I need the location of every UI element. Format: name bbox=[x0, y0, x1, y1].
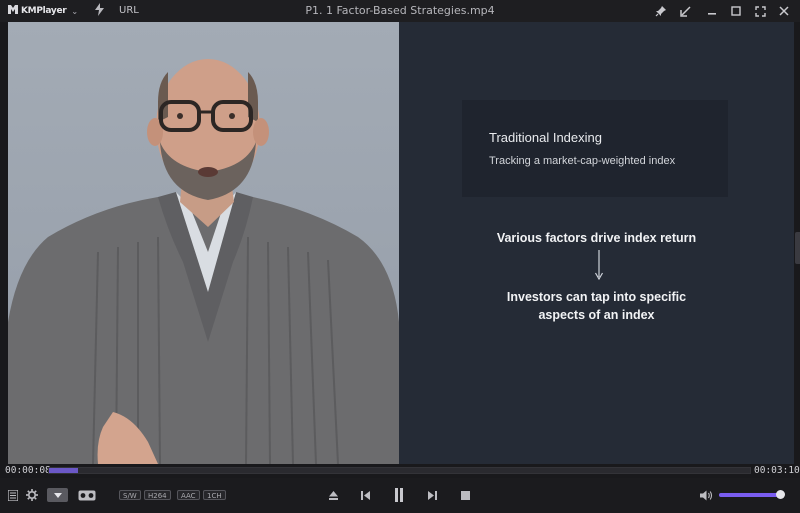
slide-statement-2-line2: aspects of an index bbox=[538, 308, 655, 322]
elapsed-time: 00:00:08 bbox=[5, 465, 51, 476]
card-subtitle: Tracking a market-cap-weighted index bbox=[489, 155, 676, 167]
playlist-icon[interactable] bbox=[6, 488, 20, 502]
seek-row: 00:00:08 00:03:10 bbox=[0, 464, 800, 478]
minimize-icon[interactable] bbox=[704, 3, 720, 19]
codec-badge-sw[interactable]: S/W bbox=[119, 490, 141, 500]
slide-statement-1: Various factors drive index return bbox=[496, 231, 697, 245]
chevron-down-icon: ⌄ bbox=[71, 6, 79, 16]
speaker-icon[interactable] bbox=[698, 488, 714, 502]
volume-slider[interactable] bbox=[719, 490, 785, 499]
codec-badge-audio[interactable]: AAC bbox=[177, 490, 200, 500]
stop-icon[interactable] bbox=[458, 488, 472, 502]
settings-icon[interactable] bbox=[25, 488, 39, 502]
pause-icon[interactable] bbox=[391, 487, 407, 503]
maximize-icon[interactable] bbox=[728, 3, 744, 19]
vr-glasses-icon[interactable] bbox=[77, 489, 97, 501]
control-bar: S/W H264 AAC 1CH bbox=[0, 478, 800, 513]
down-arrow-icon bbox=[594, 250, 604, 280]
capture-icon[interactable] bbox=[47, 488, 68, 502]
app-menu-button[interactable]: KMPlayer ⌄ bbox=[8, 5, 78, 17]
fullscreen-icon[interactable] bbox=[752, 3, 768, 19]
mini-mode-icon[interactable] bbox=[677, 3, 693, 19]
volume-knob[interactable] bbox=[775, 490, 785, 499]
eject-icon[interactable] bbox=[326, 488, 340, 502]
video-area[interactable]: Traditional Indexing Tracking a market-c… bbox=[8, 22, 794, 464]
kmplayer-window: KMPlayer ⌄ URL P1. 1 Factor-Based Strate… bbox=[0, 0, 800, 513]
lecture-slide: Traditional Indexing Tracking a market-c… bbox=[399, 22, 794, 464]
codec-badge-channels[interactable]: 1CH bbox=[203, 490, 226, 500]
next-icon[interactable] bbox=[425, 488, 439, 502]
kmplayer-logo-icon bbox=[8, 5, 18, 17]
app-name: KMPlayer bbox=[21, 6, 67, 16]
slide-statement-2-line1: Investors can tap into specific bbox=[506, 290, 687, 304]
previous-icon[interactable] bbox=[358, 488, 372, 502]
url-button[interactable]: URL bbox=[119, 5, 139, 16]
side-panel-handle[interactable] bbox=[795, 232, 800, 264]
seek-bar[interactable] bbox=[48, 467, 751, 474]
card-title: Traditional Indexing bbox=[489, 130, 602, 145]
seek-progress bbox=[49, 468, 79, 473]
close-icon[interactable] bbox=[776, 3, 792, 19]
title-bar: KMPlayer ⌄ URL P1. 1 Factor-Based Strate… bbox=[0, 0, 800, 22]
volume-level bbox=[719, 493, 780, 497]
bolt-icon[interactable] bbox=[95, 3, 104, 19]
pin-icon[interactable] bbox=[653, 3, 669, 19]
presenter-video-frame bbox=[8, 22, 399, 464]
slide-card: Traditional Indexing Tracking a market-c… bbox=[462, 100, 728, 197]
codec-badge-video[interactable]: H264 bbox=[144, 490, 171, 500]
total-time: 00:03:10 bbox=[754, 465, 800, 476]
